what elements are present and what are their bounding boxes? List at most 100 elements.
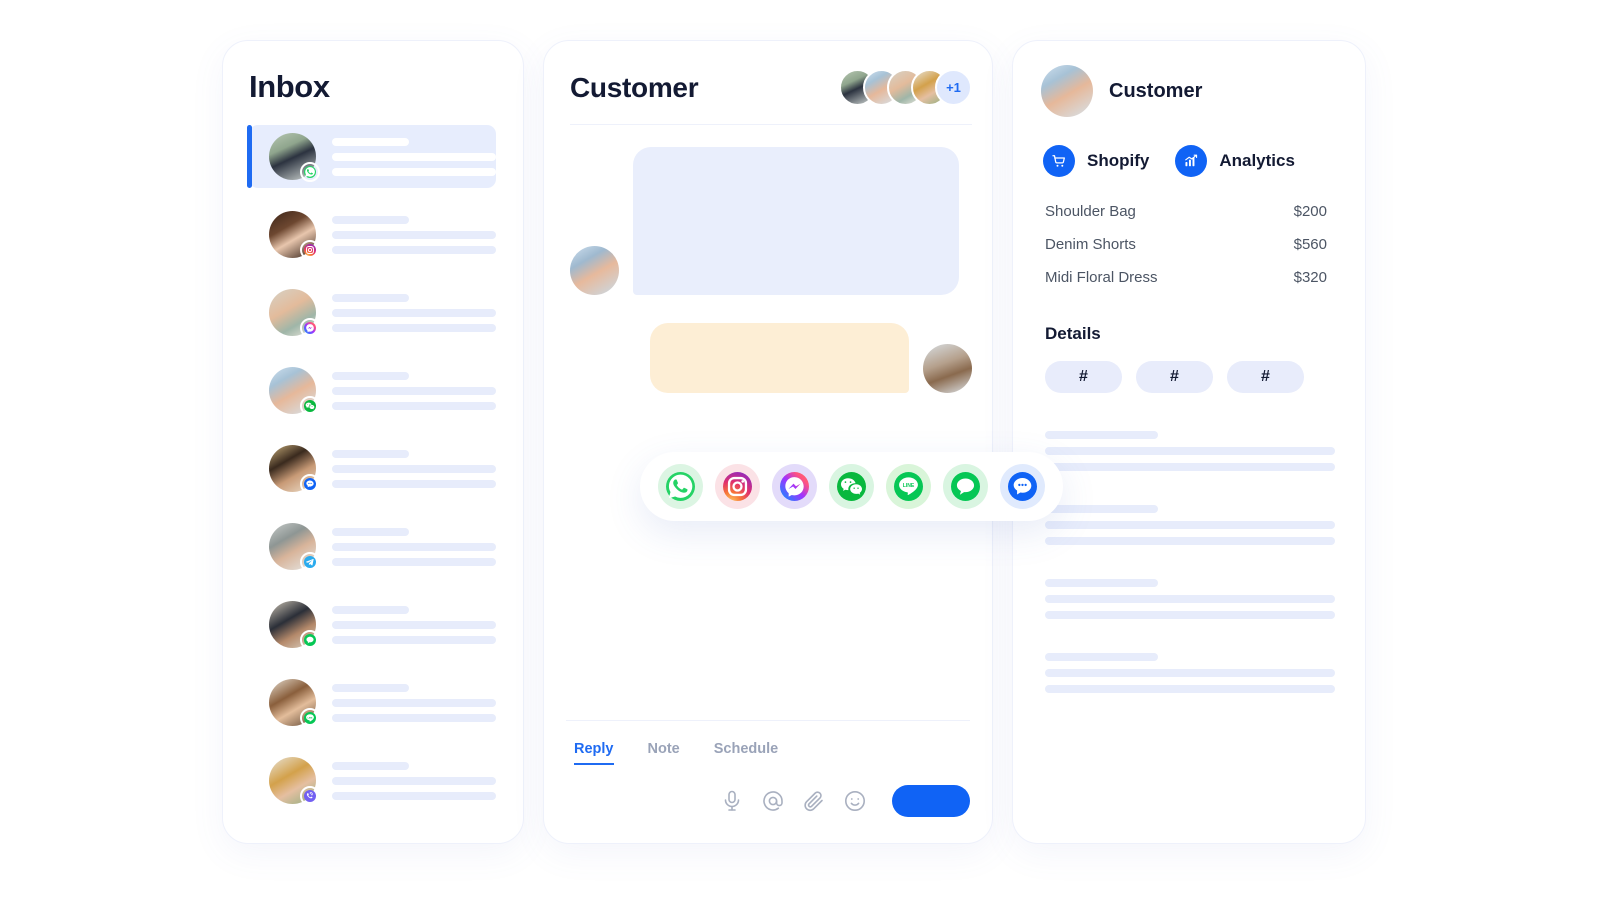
inbox-list[interactable]: LINE xyxy=(223,125,523,812)
inbox-list-item[interactable] xyxy=(247,437,496,500)
skeleton-line xyxy=(1045,505,1159,513)
list-item-skeleton xyxy=(332,137,496,176)
emoji-icon[interactable] xyxy=(843,789,867,813)
product-row: Denim Shorts $560 xyxy=(1045,236,1327,253)
customer-header: Customer xyxy=(1013,41,1365,117)
skeleton-line xyxy=(332,386,496,395)
participant-avatar-stack[interactable]: +1 xyxy=(839,69,972,106)
tag-chip[interactable]: # xyxy=(1045,361,1122,393)
skeleton-line xyxy=(332,635,496,644)
list-item-skeleton xyxy=(332,683,496,722)
send-button[interactable] xyxy=(892,785,970,817)
channel-button-messenger[interactable] xyxy=(772,464,817,509)
inbox-list-item[interactable]: LINE xyxy=(247,671,496,734)
inbox-list-item[interactable] xyxy=(247,125,496,188)
avatar-with-badge xyxy=(269,523,320,572)
composer-tabs[interactable]: Reply Note Schedule xyxy=(544,721,992,765)
inbox-list-item[interactable] xyxy=(247,359,496,422)
skeleton-line xyxy=(332,371,410,380)
skeleton-line xyxy=(332,605,410,614)
skeleton-line xyxy=(1045,669,1335,677)
telegram-icon xyxy=(300,552,320,572)
inbox-list-item[interactable] xyxy=(247,749,496,812)
skeleton-line xyxy=(332,245,496,254)
page-title: Inbox xyxy=(249,69,330,104)
skeleton-line xyxy=(1045,579,1159,587)
skeleton-line xyxy=(1045,463,1335,471)
skeleton-group xyxy=(1045,579,1335,619)
composer-toolbar xyxy=(544,765,992,843)
avatar-with-badge xyxy=(269,757,320,806)
tag-chip-list[interactable]: # # # xyxy=(1013,344,1365,393)
zalo-icon xyxy=(300,474,320,494)
skeleton-line xyxy=(1045,653,1159,661)
bar-chart-icon xyxy=(1175,145,1208,177)
participant-overflow-badge[interactable]: +1 xyxy=(935,69,972,106)
inbox-list-item[interactable] xyxy=(247,515,496,578)
product-row: Midi Floral Dress $320 xyxy=(1045,269,1327,286)
composer-tab-reply[interactable]: Reply xyxy=(574,741,614,765)
skeleton-line xyxy=(332,557,496,566)
skeleton-line xyxy=(332,215,410,224)
list-item-skeleton xyxy=(332,215,496,254)
skeleton-line xyxy=(332,527,410,536)
skeleton-line xyxy=(332,683,410,692)
attachment-icon[interactable] xyxy=(802,789,826,813)
svg-text:LINE: LINE xyxy=(308,717,313,719)
channel-button-whatsapp[interactable] xyxy=(658,464,703,509)
message-bubble xyxy=(650,323,909,393)
channel-button-zalo[interactable] xyxy=(1000,464,1045,509)
list-item-skeleton xyxy=(332,449,496,488)
customer-name: Customer xyxy=(1109,79,1203,102)
product-price: $560 xyxy=(1293,236,1327,253)
skeleton-line xyxy=(332,293,410,302)
list-item-skeleton xyxy=(332,761,496,800)
channel-button-wechat[interactable] xyxy=(829,464,874,509)
list-item-skeleton xyxy=(332,293,496,332)
instagram-icon xyxy=(300,240,320,260)
inbox-list-item[interactable] xyxy=(247,281,496,344)
avatar xyxy=(570,246,619,295)
skeleton-line xyxy=(1045,431,1159,439)
skeleton-line xyxy=(332,698,496,707)
skeleton-line xyxy=(332,713,496,722)
integration-apps[interactable]: Shopify Analytics xyxy=(1013,117,1365,177)
skeleton-line xyxy=(332,449,410,458)
app-root: Inbox LINE Customer +1 Reply Note Schedule xyxy=(0,0,1600,900)
app-shopify[interactable]: Shopify xyxy=(1043,145,1149,177)
skeleton-group xyxy=(1045,653,1335,693)
message-incoming xyxy=(570,147,972,295)
mention-icon[interactable] xyxy=(761,789,785,813)
skeleton-line xyxy=(332,230,496,239)
channel-button-line[interactable]: LINE xyxy=(886,464,931,509)
channel-selector[interactable]: LINE xyxy=(640,452,1063,521)
inbox-list-item[interactable] xyxy=(247,593,496,656)
messenger-icon xyxy=(300,318,320,338)
composer-tab-note[interactable]: Note xyxy=(648,741,680,765)
inbox-panel: Inbox LINE xyxy=(222,40,524,844)
tag-chip[interactable]: # xyxy=(1136,361,1213,393)
avatar-with-badge xyxy=(269,289,320,338)
product-list: Shoulder Bag $200 Denim Shorts $560 Midi Flo… xyxy=(1013,177,1365,286)
skeleton-line xyxy=(1045,521,1335,529)
skeleton-line xyxy=(332,464,496,473)
product-name: Denim Shorts xyxy=(1045,236,1136,253)
avatar-with-badge xyxy=(269,211,320,260)
skeleton-line xyxy=(332,152,496,161)
composer-tab-schedule[interactable]: Schedule xyxy=(714,741,778,765)
skeleton-line xyxy=(1045,447,1335,455)
inbox-list-item[interactable] xyxy=(247,203,496,266)
skeleton-group xyxy=(1045,505,1335,545)
message-list xyxy=(544,125,992,393)
skeleton-line xyxy=(332,479,496,488)
conversation-header: Customer +1 xyxy=(544,41,992,106)
app-label: Analytics xyxy=(1219,151,1295,170)
microphone-icon[interactable] xyxy=(720,789,744,813)
channel-button-instagram[interactable] xyxy=(715,464,760,509)
channel-button-kakaotalk[interactable] xyxy=(943,464,988,509)
skeleton-line xyxy=(332,308,496,317)
whatsapp-icon xyxy=(300,162,320,182)
app-analytics[interactable]: Analytics xyxy=(1175,145,1295,177)
tag-chip[interactable]: # xyxy=(1227,361,1304,393)
message-bubble xyxy=(633,147,959,295)
